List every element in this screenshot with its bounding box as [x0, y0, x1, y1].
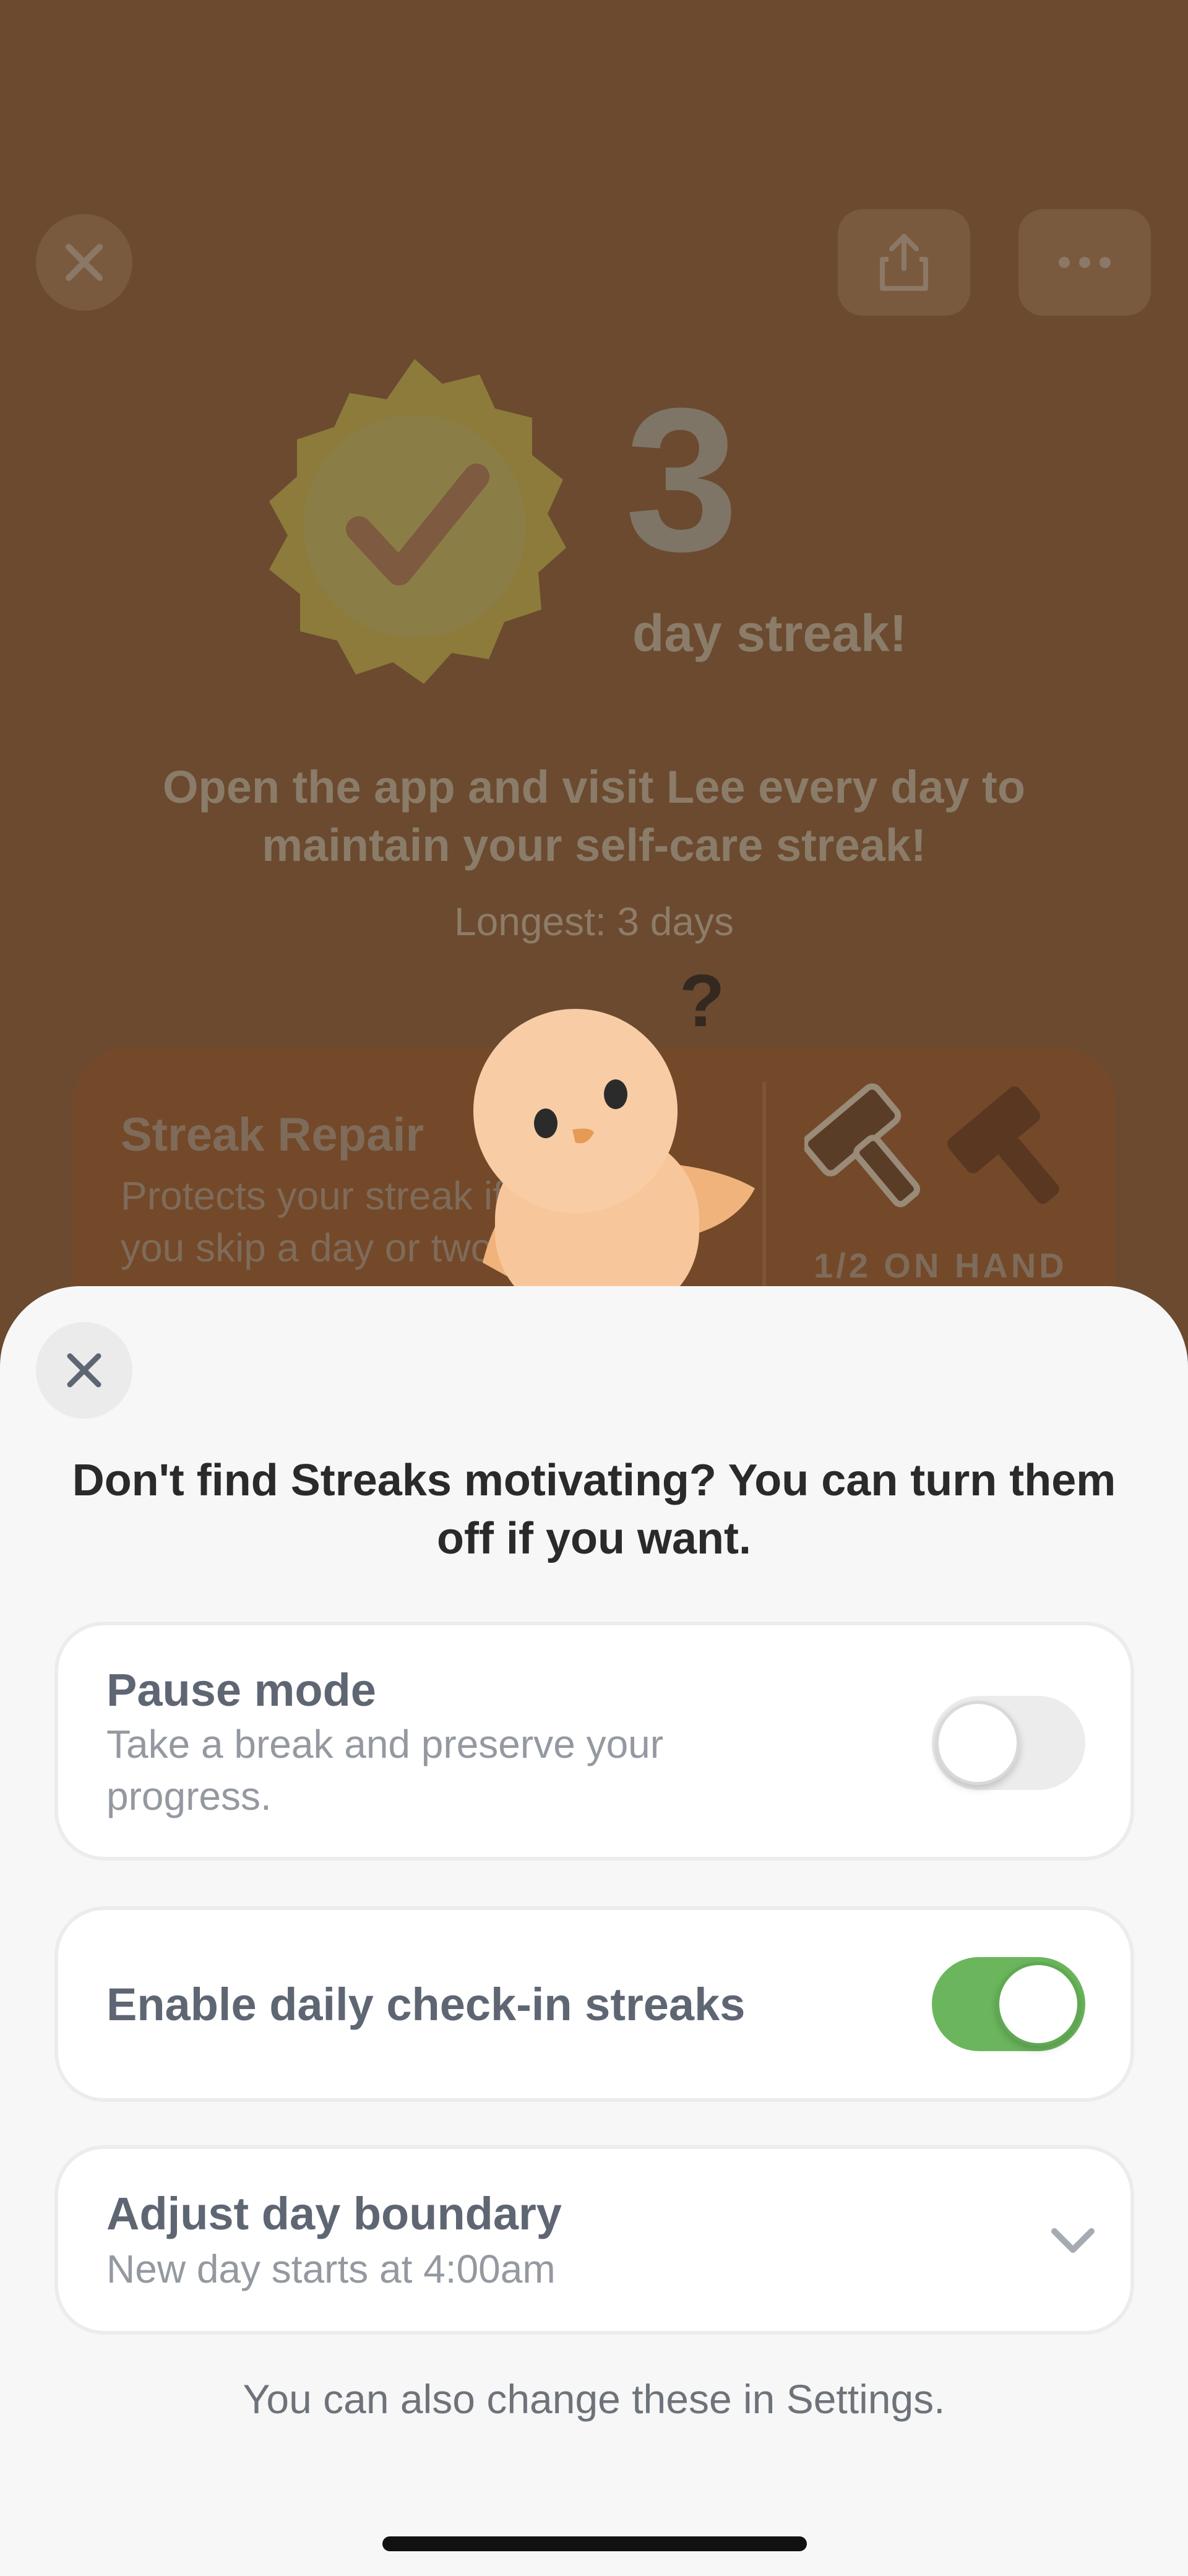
more-options-button [1018, 209, 1151, 316]
repairs-on-hand: 1/2 ON HAND [814, 1246, 1067, 1285]
longest-streak-text: Longest: 3 days [454, 899, 734, 944]
home-indicator[interactable] [382, 2536, 807, 2551]
hammer-icon [947, 1086, 1060, 1204]
streak-count: 3 [625, 365, 739, 594]
motivation-text: Open the app and visit Lee every day to … [162, 761, 1026, 871]
pause-mode-title: Pause mode [106, 1664, 376, 1716]
checkmark-badge-icon [269, 359, 566, 684]
chevron-down-icon[interactable] [1048, 2222, 1098, 2259]
pause-mode-card: Pause mode Take a break and preserve you… [54, 1622, 1134, 1861]
hammer-icon [804, 1083, 921, 1208]
day-boundary-card[interactable]: Adjust day boundary New day starts at 4:… [54, 2145, 1134, 2335]
day-boundary-title: Adjust day boundary [106, 2188, 562, 2239]
share-button [838, 209, 970, 316]
share-icon [880, 234, 928, 291]
daily-streaks-title: Enable daily check-in streaks [106, 1979, 746, 2030]
toggle-knob [996, 1962, 1080, 2046]
streak-label: day streak! [632, 604, 907, 662]
background-close-button [36, 214, 132, 311]
toggle-knob [936, 1701, 1020, 1785]
sheet-close-button[interactable] [36, 1322, 132, 1419]
close-icon [66, 244, 103, 281]
settings-note: You can also change these in Settings. [243, 2376, 945, 2422]
daily-streaks-card: Enable daily check-in streaks [54, 1906, 1134, 2102]
sheet-heading: Don't find Streaks motivating? You can t… [72, 1456, 1116, 1563]
more-icon [1059, 257, 1111, 268]
streak-repair-title: Streak Repair [121, 1109, 424, 1161]
pause-mode-toggle[interactable] [932, 1696, 1085, 1790]
pause-mode-subtitle: Take a break and preserve your progress. [106, 1722, 664, 1818]
day-boundary-subtitle: New day starts at 4:00am [106, 2247, 556, 2291]
close-icon [67, 1353, 101, 1388]
daily-streaks-toggle[interactable] [932, 1957, 1085, 2051]
bird-mascot-icon [473, 1009, 755, 1312]
